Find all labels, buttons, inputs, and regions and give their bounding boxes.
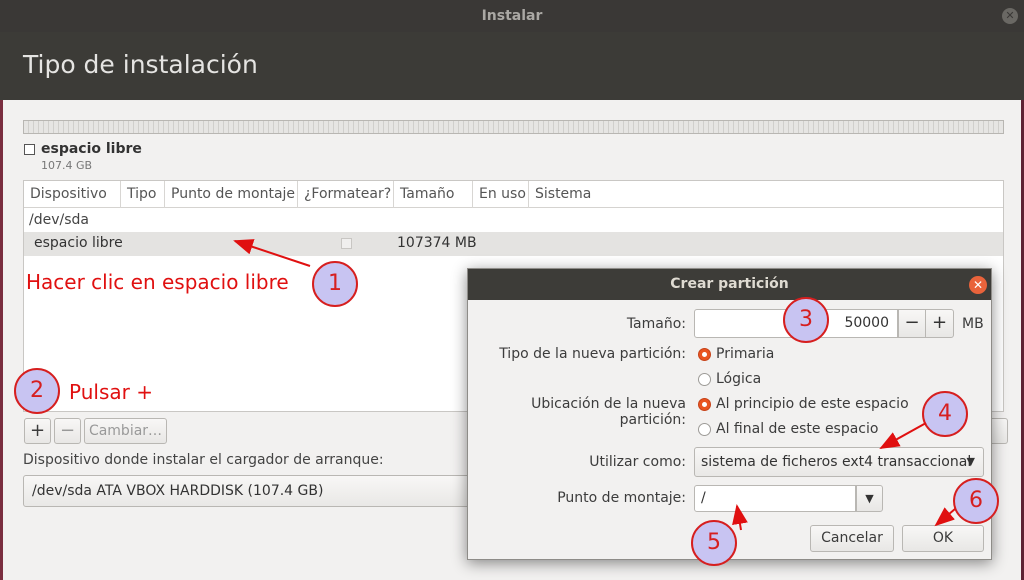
annotation-badge-4: 4	[922, 391, 968, 437]
column-header-format[interactable]: ¿Formatear?	[298, 181, 394, 208]
use-as-select[interactable]: sistema de ficheros ext4 transaccional ▼	[694, 447, 984, 477]
row-name: espacio libre	[34, 235, 123, 251]
mount-point-label: Punto de montaje:	[557, 490, 686, 506]
add-partition-button[interactable]: +	[24, 418, 51, 444]
annotation-badge-1: 1	[312, 261, 358, 307]
change-partition-button[interactable]: Cambiar…	[84, 418, 167, 444]
window-edge-left	[0, 100, 3, 580]
column-header-size[interactable]: Tamaño	[394, 181, 473, 208]
annotation-badge-3: 3	[783, 297, 829, 343]
legend-label: espacio libre	[41, 141, 142, 157]
close-icon[interactable]: ✕	[1002, 8, 1018, 24]
ok-button[interactable]: OK	[902, 525, 984, 552]
disk-usage-bar	[23, 120, 1004, 134]
radio-primary-label[interactable]: Primaria	[716, 346, 774, 362]
size-increment-button[interactable]: +	[925, 309, 954, 338]
radio-beginning[interactable]	[698, 398, 711, 411]
annotation-step1-text: Hacer clic en espacio libre	[26, 270, 289, 294]
format-checkbox	[341, 238, 352, 249]
annotation-badge-2: 2	[14, 368, 60, 414]
cancel-button[interactable]: Cancelar	[810, 525, 894, 552]
column-header-mount[interactable]: Punto de montaje	[165, 181, 298, 208]
radio-beginning-label[interactable]: Al principio de este espacio	[716, 396, 909, 412]
dialog-titlebar: Crear partición ✕	[468, 269, 991, 300]
bootloader-select[interactable]: /dev/sda ATA VBOX HARDDISK (107.4 GB)	[23, 475, 483, 507]
use-as-value: sistema de ficheros ext4 transaccional	[701, 454, 972, 470]
radio-logical-label[interactable]: Lógica	[716, 371, 761, 387]
annotation-badge-6: 6	[953, 478, 999, 524]
radio-primary[interactable]	[698, 348, 711, 361]
remove-partition-button[interactable]: −	[54, 418, 81, 444]
partition-location-label: Ubicación de la nueva partición:	[531, 396, 686, 428]
row-size: 107374 MB	[397, 235, 477, 251]
legend-swatch	[24, 144, 35, 155]
column-header-device[interactable]: Dispositivo	[24, 181, 121, 208]
size-decrement-button[interactable]: −	[898, 309, 926, 338]
size-unit: MB	[962, 316, 984, 332]
table-header: Dispositivo Tipo Punto de montaje ¿Forma…	[24, 181, 1003, 208]
table-row-free-space[interactable]: espacio libre 107374 MB	[24, 232, 1003, 256]
annotation-step2-text: Pulsar +	[69, 380, 153, 404]
dialog-close-icon[interactable]: ✕	[969, 276, 987, 294]
bootloader-label: Dispositivo donde instalar el cargador d…	[23, 452, 384, 468]
create-partition-dialog: Crear partición ✕ Tamaño: 50000 − + MB T…	[467, 268, 992, 560]
legend-size: 107.4 GB	[41, 159, 93, 172]
radio-end-label[interactable]: Al final de este espacio	[716, 421, 878, 437]
column-header-system[interactable]: Sistema	[529, 181, 1003, 208]
chevron-down-icon: ▼	[966, 455, 975, 468]
window-titlebar: Instalar ✕	[0, 0, 1024, 32]
mount-point-input[interactable]: /	[694, 485, 856, 512]
dialog-title: Crear partición	[670, 276, 789, 292]
column-header-type[interactable]: Tipo	[121, 181, 165, 208]
window-title: Instalar	[481, 8, 543, 24]
column-header-used[interactable]: En uso	[473, 181, 529, 208]
mount-point-dropdown-icon[interactable]: ▼	[856, 485, 883, 512]
partition-type-label: Tipo de la nueva partición:	[499, 346, 686, 362]
radio-end[interactable]	[698, 423, 711, 436]
annotation-badge-5: 5	[691, 520, 737, 566]
size-label: Tamaño:	[626, 316, 686, 332]
radio-logical[interactable]	[698, 373, 711, 386]
use-as-label: Utilizar como:	[589, 454, 686, 470]
table-row-device[interactable]: /dev/sda	[24, 209, 1003, 232]
page-title: Tipo de instalación	[23, 50, 258, 79]
